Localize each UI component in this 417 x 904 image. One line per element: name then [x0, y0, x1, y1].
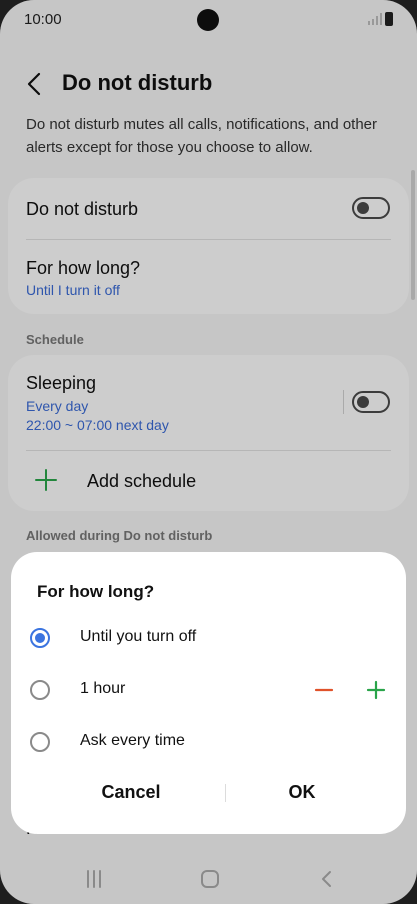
- cancel-button[interactable]: Cancel: [56, 776, 206, 808]
- back-icon[interactable]: [316, 868, 338, 890]
- radio-button-selected[interactable]: [30, 628, 50, 648]
- recents-icon[interactable]: [83, 868, 105, 890]
- plus-icon[interactable]: [365, 679, 387, 701]
- option-ask-every-time[interactable]: Ask every time: [11, 721, 406, 765]
- navigation-bar: [0, 862, 417, 896]
- duration-dialog: For how long? Until you turn off 1 hour …: [11, 552, 406, 834]
- phone-screen: 10:00 Do not disturb Do not disturb mute…: [0, 0, 417, 904]
- radio-button[interactable]: [30, 680, 50, 700]
- option-label: Ask every time: [80, 732, 185, 749]
- radio-button[interactable]: [30, 732, 50, 752]
- ok-button[interactable]: OK: [227, 776, 377, 808]
- dialog-title: For how long?: [37, 582, 155, 601]
- home-icon[interactable]: [199, 868, 221, 890]
- option-until-turn-off[interactable]: Until you turn off: [11, 617, 406, 661]
- option-1-hour[interactable]: 1 hour: [11, 669, 406, 713]
- button-separator: [225, 784, 226, 802]
- minus-icon[interactable]: [313, 679, 335, 701]
- radio-dot: [35, 633, 45, 643]
- option-label: 1 hour: [80, 680, 126, 697]
- option-label: Until you turn off: [80, 628, 197, 645]
